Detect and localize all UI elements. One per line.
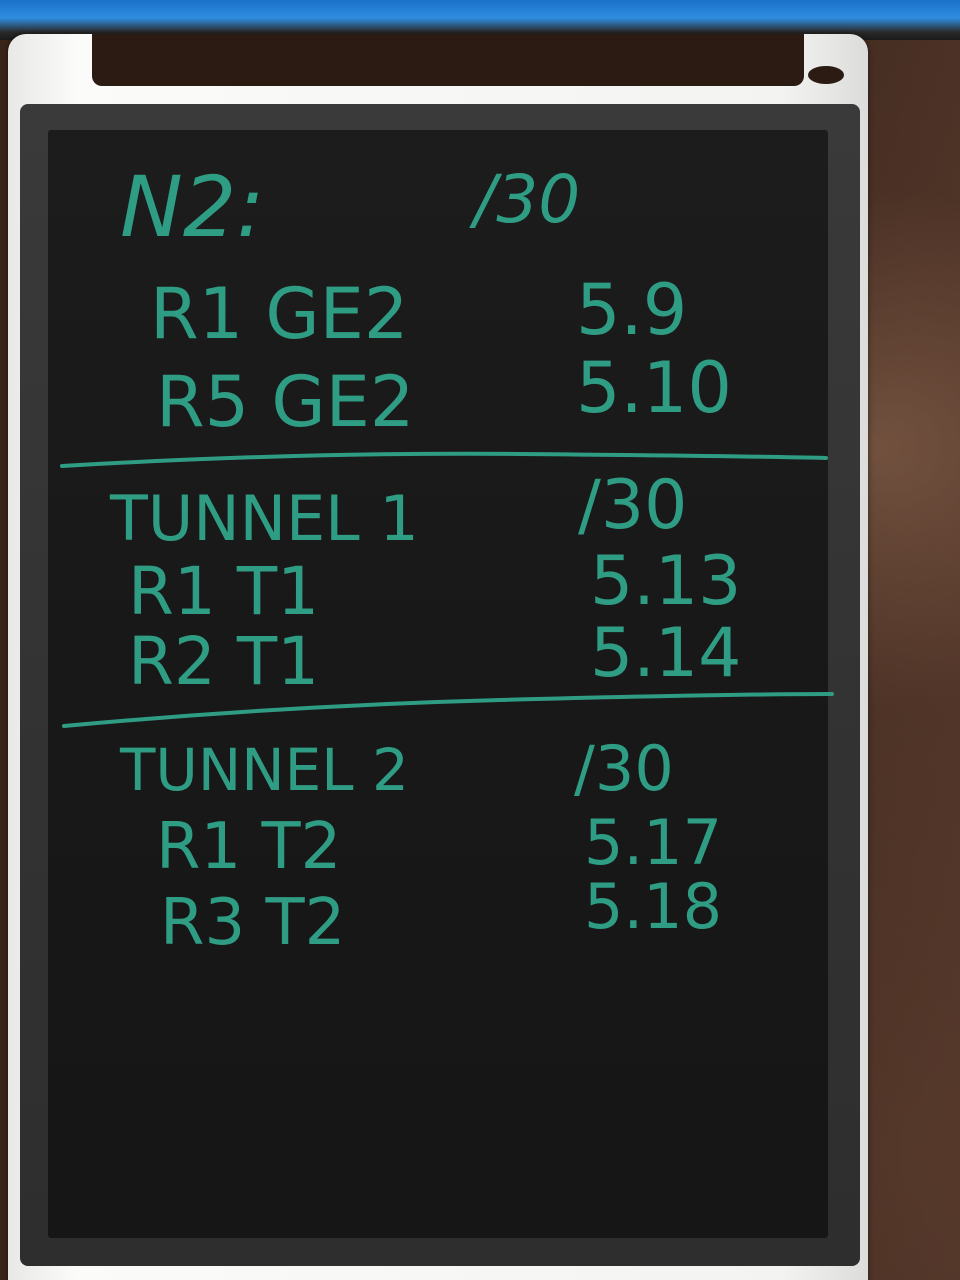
section1-row2-value: 5.10 (576, 347, 732, 429)
n2-mask: /30 (469, 161, 580, 238)
section3-row2-label: R3 T2 (160, 886, 345, 960)
tunnel1-mask: /30 (578, 466, 687, 545)
section3-row2-value: 5.18 (584, 870, 722, 943)
section2-row2-value: 5.14 (590, 614, 741, 693)
section2-row2-label: R2 T1 (128, 623, 319, 700)
section3-row1-label: R1 T2 (156, 810, 341, 884)
section1-row2-label: R5 GE2 (156, 361, 414, 443)
section1-row1-label: R1 GE2 (150, 273, 408, 355)
tunnel1-label: TUNNEL 1 (109, 482, 419, 555)
tunnel2-label: TUNNEL 2 (119, 736, 409, 804)
section1-row1-value: 5.9 (576, 269, 687, 351)
n2-label: N2: (120, 158, 265, 256)
section3-row1-value: 5.17 (584, 806, 722, 879)
tunnel2-mask: /30 (574, 732, 674, 805)
section2-row1-label: R1 T1 (128, 553, 319, 630)
section2-row1-value: 5.13 (590, 542, 741, 621)
handwriting-layer: N2: /30 R1 GE2 5.9 R5 GE2 5.10 TUNNEL 1 … (60, 158, 834, 960)
photo-scene: N2: /30 R1 GE2 5.9 R5 GE2 5.10 TUNNEL 1 … (0, 0, 960, 1280)
divider-line-1 (60, 451, 828, 468)
